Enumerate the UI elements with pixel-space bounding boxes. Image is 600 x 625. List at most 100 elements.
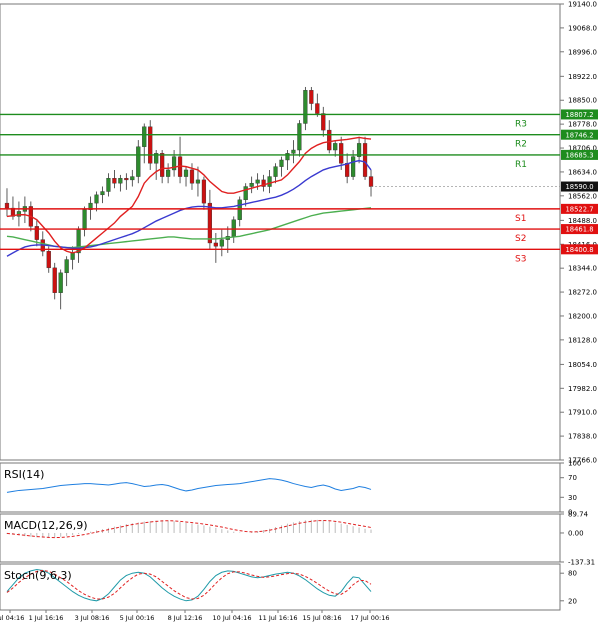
candle-body	[279, 159, 284, 167]
candle-body	[219, 239, 224, 247]
rsi-panel: 10070300RSI(14)	[0, 460, 581, 517]
x-axis: Jul 04:16 1 Jul 16:16 3 Jul 08:16 5 Jul 00:…	[0, 610, 389, 622]
price-tick-label: 18850.0	[568, 97, 597, 105]
candle-body	[231, 219, 236, 237]
candle-body	[213, 242, 218, 247]
candle-body	[333, 143, 338, 151]
candle-body	[327, 129, 332, 151]
candle-body	[273, 166, 278, 177]
candle-body	[94, 194, 99, 204]
candle-body	[52, 267, 57, 293]
candle-body	[243, 186, 248, 201]
x-tick-label: Jul 04:16	[0, 614, 24, 622]
price-tick-label: 18054.0	[568, 361, 597, 369]
chart-svg: 19140.0 19068.0 18996.0 18922.0 18850.0 18778…	[0, 1, 598, 622]
price-tick-label: 18922.0	[568, 73, 597, 81]
price-tick-label: 18562.0	[568, 192, 597, 200]
candle-body	[160, 153, 165, 177]
x-tick-label: 1 Jul 16:16	[29, 614, 64, 622]
candle-body	[46, 251, 51, 269]
candle-body	[345, 163, 350, 177]
candle-body	[136, 146, 141, 177]
candle-body	[130, 176, 135, 181]
level-value-s1: 18522.7	[565, 205, 593, 213]
level-name-s1: S1	[515, 214, 526, 224]
x-tick-label: 15 Jul 08:16	[303, 614, 342, 622]
candle-body	[309, 90, 314, 104]
price-tick-label: 18778.0	[568, 121, 597, 129]
price-tick-label: 17910.0	[568, 409, 597, 417]
candle-body	[249, 183, 254, 187]
candle-body	[237, 199, 242, 220]
candle-body	[166, 169, 171, 177]
candle-body	[362, 143, 368, 177]
level-name-s2: S2	[515, 234, 526, 244]
level-name-s3: S3	[515, 254, 526, 264]
candle-body	[315, 103, 320, 114]
stoch-panel-title: Stoch(9,6,3)	[4, 569, 72, 582]
price-tick-label: 18634.0	[568, 168, 597, 176]
level-name-r1: R1	[515, 160, 527, 170]
candle-body	[351, 156, 356, 177]
x-tick-label: 8 Jul 12:16	[168, 614, 203, 622]
tick-label: 89.74	[568, 511, 589, 519]
candle-body	[70, 252, 75, 260]
rsi-panel-frame	[0, 462, 561, 513]
level-name-r3: R3	[515, 119, 527, 129]
rsi-panel-title: RSI(14)	[4, 468, 44, 481]
level-value-s3: 18400.8	[565, 246, 593, 254]
candle-body	[291, 149, 296, 154]
level-value-r3: 18807.2	[565, 111, 593, 119]
candle-body	[58, 272, 63, 293]
candle-body	[339, 143, 344, 164]
level-name-r2: R2	[515, 140, 527, 150]
price-tick-label: 18128.0	[568, 336, 597, 344]
price-tick-label: 18344.0	[568, 265, 597, 273]
candle-body	[368, 176, 374, 187]
candle-body	[297, 123, 302, 151]
candle-body	[4, 202, 10, 209]
tick-label: 30	[568, 494, 577, 502]
price-tick-label: 19140.0	[568, 1, 597, 9]
price-panel: 19140.0 19068.0 18996.0 18922.0 18850.0 18778…	[0, 1, 598, 465]
price-tick-label: 18488.0	[568, 217, 597, 225]
x-tick-label: 10 Jul 04:16	[213, 614, 252, 622]
candle-body	[142, 126, 147, 147]
price-tick-label: 19068.0	[568, 24, 597, 32]
stoch-panel-frame	[0, 563, 561, 611]
candle-body	[82, 209, 87, 230]
x-tick-label: 3 Jul 08:16	[75, 614, 110, 622]
candle-body	[321, 113, 326, 131]
candle-body	[267, 176, 272, 187]
candle-body	[124, 178, 129, 181]
x-tick-label: 17 Jul 00:16	[351, 614, 390, 622]
macd-panel-title: MACD(12,26,9)	[4, 519, 88, 532]
tick-label: 20	[568, 597, 577, 605]
price-tick-label: 17982.0	[568, 385, 597, 393]
candle-body	[148, 126, 153, 164]
tick-label: 0.00	[568, 529, 584, 537]
candle-body	[195, 179, 201, 184]
candle-body	[106, 178, 111, 192]
price-tick-label: 18200.0	[568, 312, 597, 320]
candle-body	[189, 169, 195, 184]
candle-body	[255, 179, 260, 184]
price-tick-label: 18996.0	[568, 48, 597, 56]
candle-body	[303, 90, 308, 124]
level-value-r2: 18746.2	[565, 131, 593, 139]
tick-label: -137.31	[568, 559, 595, 567]
level-value-r1: 18685.3	[565, 152, 593, 160]
current-price-label: 18590.0	[565, 183, 593, 191]
tick-label: 80	[568, 570, 577, 578]
candle-body	[64, 259, 69, 274]
macd-panel: 89.74 0.00 -137.31 MACD(12,26,9)	[0, 511, 595, 567]
candle-body	[118, 178, 123, 184]
candle-body	[112, 178, 117, 184]
price-tick-label: 17838.0	[568, 433, 597, 441]
tick-label: 70	[568, 474, 577, 482]
price-tick-label: 18272.0	[568, 289, 597, 297]
candle-body	[183, 169, 189, 177]
candle-body	[34, 226, 39, 240]
level-value-s2: 18461.8	[565, 226, 593, 234]
x-tick-label: 11 Jul 16:16	[259, 614, 298, 622]
